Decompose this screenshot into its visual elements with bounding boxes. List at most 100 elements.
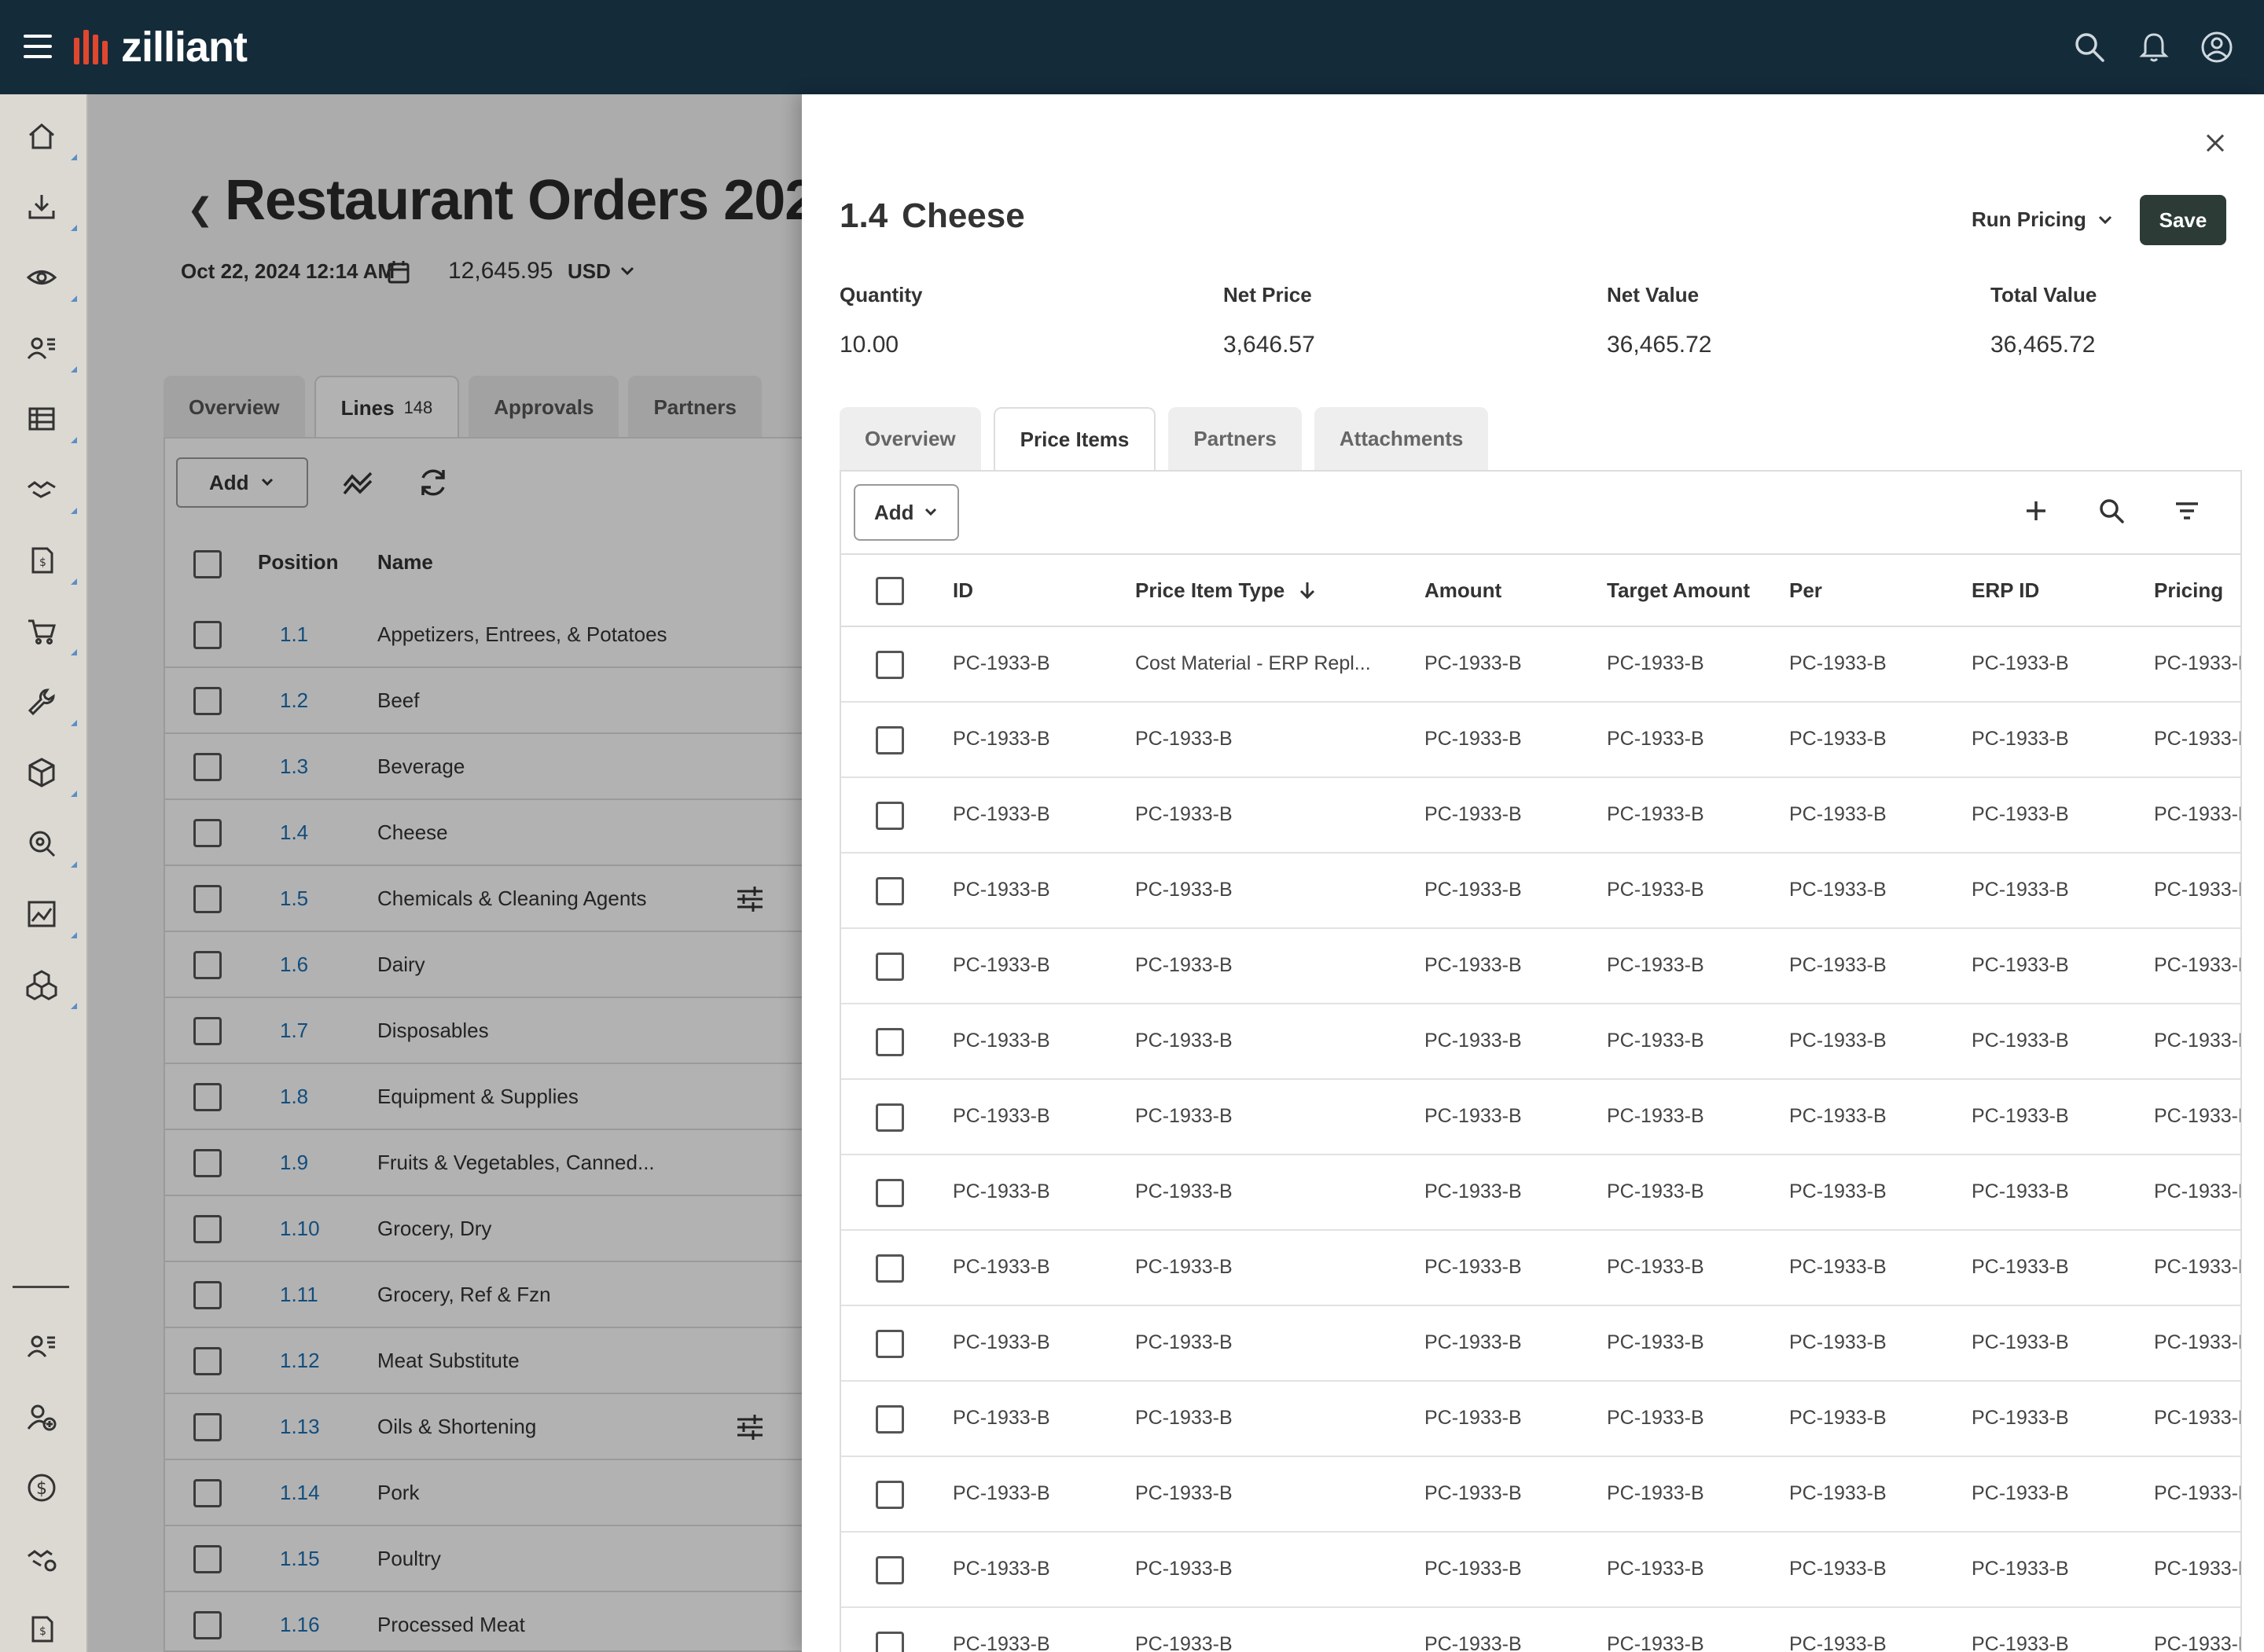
price-item-row[interactable]: PC-1933-B PC-1933-B PC-1933-B PC-1933-B PC-1…: [841, 1155, 2240, 1231]
save-button[interactable]: Save: [2140, 195, 2226, 245]
price-item-type-cell: PC-1933-B: [1135, 1030, 1233, 1052]
user-list-icon[interactable]: [25, 332, 58, 365]
price-item-row[interactable]: PC-1933-B PC-1933-B PC-1933-B PC-1933-B PC-1…: [841, 929, 2240, 1004]
id-cell: PC-1933-B: [953, 1331, 1050, 1353]
price-item-checkbox[interactable]: [876, 1481, 904, 1509]
select-all-price-items-checkbox[interactable]: [876, 577, 904, 605]
eye-icon[interactable]: [25, 261, 58, 294]
price-item-row[interactable]: PC-1933-B PC-1933-B PC-1933-B PC-1933-B PC-1…: [841, 1533, 2240, 1608]
price-item-row[interactable]: PC-1933-B PC-1933-B PC-1933-B PC-1933-B PC-1…: [841, 703, 2242, 778]
settings-search-icon[interactable]: [25, 827, 58, 860]
amount-column-header[interactable]: Amount: [1424, 578, 1501, 603]
price-item-row[interactable]: PC-1933-B PC-1933-B PC-1933-B PC-1933-B PC-1…: [841, 1382, 2240, 1457]
rail-divider: [13, 1286, 69, 1288]
price-item-checkbox[interactable]: [876, 726, 904, 754]
plus-icon[interactable]: [2020, 495, 2052, 527]
user-add-icon[interactable]: [25, 1401, 58, 1434]
id-cell: PC-1933-B: [953, 1558, 1050, 1580]
amount-cell: PC-1933-B: [1424, 728, 1522, 750]
erp-id-cell: PC-1933-B: [1972, 1633, 2069, 1652]
price-item-row[interactable]: PC-1933-B PC-1933-B PC-1933-B PC-1933-B PC-1…: [841, 854, 2240, 929]
line-detail-drawer: 1.4 Cheese Run Pricing Save Quantity 10.0…: [802, 94, 2264, 1652]
pricing-cell: PC-1933-B: [2154, 728, 2242, 750]
erp-id-cell: PC-1933-B: [1972, 1105, 2069, 1127]
price-item-checkbox[interactable]: [876, 1028, 904, 1056]
pricing-cell: PC-1933-B: [2154, 803, 2242, 825]
account-icon[interactable]: [2200, 30, 2234, 64]
pricing-column-header[interactable]: Pricing: [2154, 578, 2223, 603]
price-document-icon[interactable]: $: [25, 1613, 58, 1646]
download-icon[interactable]: [25, 190, 58, 223]
target-amount-cell: PC-1933-B: [1607, 954, 1704, 976]
add-price-item-button[interactable]: Add: [854, 484, 959, 541]
price-item-row[interactable]: PC-1933-B PC-1933-B PC-1933-B PC-1933-B PC-1…: [841, 1306, 2240, 1382]
target-amount-column-header[interactable]: Target Amount: [1607, 578, 1750, 603]
user-list-icon[interactable]: [25, 1330, 58, 1363]
price-item-type-cell: PC-1933-B: [1135, 1558, 1233, 1580]
add-label: Add: [874, 500, 914, 524]
price-item-checkbox[interactable]: [876, 1179, 904, 1207]
price-item-type-column-header[interactable]: Price Item Type: [1135, 578, 1316, 603]
id-cell: PC-1933-B: [953, 1482, 1050, 1504]
sort-descending-icon[interactable]: [1299, 580, 1316, 600]
price-item-row[interactable]: PC-1933-B PC-1933-B PC-1933-B PC-1933-B PC-1…: [841, 1231, 2240, 1306]
chart-image-icon[interactable]: [25, 898, 58, 931]
per-cell: PC-1933-B: [1789, 954, 1887, 976]
price-item-checkbox[interactable]: [876, 953, 904, 981]
price-item-row[interactable]: PC-1933-B PC-1933-B PC-1933-B PC-1933-B PC-1…: [841, 1457, 2240, 1533]
price-item-row[interactable]: PC-1933-B PC-1933-B PC-1933-B PC-1933-B PC-1…: [841, 778, 2242, 854]
home-icon[interactable]: [25, 119, 58, 152]
expand-indicator: [71, 508, 77, 514]
dollar-icon[interactable]: $: [25, 1471, 58, 1504]
erp-id-cell: PC-1933-B: [1972, 1331, 2069, 1353]
price-item-checkbox[interactable]: [876, 1330, 904, 1358]
tab-partners[interactable]: Partners: [1168, 407, 1302, 470]
tab-price-items[interactable]: Price Items: [993, 407, 1156, 472]
price-item-type-cell: PC-1933-B: [1135, 879, 1233, 901]
price-item-checkbox[interactable]: [876, 877, 904, 905]
line-number: 1.4: [840, 196, 888, 235]
price-item-checkbox[interactable]: [876, 1103, 904, 1132]
amount-cell: PC-1933-B: [1424, 1256, 1522, 1278]
price-item-checkbox[interactable]: [876, 651, 904, 679]
zilliant-logo[interactable]: zilliant: [74, 24, 248, 71]
close-icon[interactable]: [2204, 132, 2226, 154]
cart-icon[interactable]: [25, 615, 58, 648]
price-item-checkbox[interactable]: [876, 802, 904, 830]
run-pricing-button[interactable]: Run Pricing: [1972, 207, 2113, 232]
tab-overview[interactable]: Overview: [840, 407, 981, 470]
handshake-icon[interactable]: [25, 473, 58, 506]
hamburger-menu-icon[interactable]: [24, 35, 52, 60]
price-item-checkbox[interactable]: [876, 1405, 904, 1434]
per-cell: PC-1933-B: [1789, 1105, 1887, 1127]
target-amount-cell: PC-1933-B: [1607, 1331, 1704, 1353]
price-item-row[interactable]: PC-1933-B PC-1933-B PC-1933-B PC-1933-B PC-1…: [841, 1080, 2240, 1155]
cubes-icon[interactable]: [25, 968, 58, 1001]
target-amount-cell: PC-1933-B: [1607, 1407, 1704, 1429]
wrench-icon[interactable]: [25, 685, 58, 718]
handshake-gear-icon[interactable]: [25, 1542, 58, 1575]
bell-icon[interactable]: [2137, 30, 2171, 64]
erp-id-cell: PC-1933-B: [1972, 1482, 2069, 1504]
search-icon[interactable]: [2096, 495, 2127, 527]
per-cell: PC-1933-B: [1789, 1482, 1887, 1504]
price-document-icon[interactable]: $: [25, 544, 58, 577]
price-item-checkbox[interactable]: [876, 1254, 904, 1283]
per-column-header[interactable]: Per: [1789, 578, 1822, 603]
price-item-row[interactable]: PC-1933-B PC-1933-B PC-1933-B PC-1933-B PC-1…: [841, 1608, 2240, 1652]
id-column-header[interactable]: ID: [953, 578, 973, 603]
filter-icon[interactable]: [2171, 495, 2203, 527]
price-item-checkbox[interactable]: [876, 1556, 904, 1584]
price-item-checkbox[interactable]: [876, 1632, 904, 1652]
id-cell: PC-1933-B: [953, 803, 1050, 825]
price-item-row[interactable]: PC-1933-B Cost Material - ERP Repl... PC-1…: [841, 627, 2240, 703]
target-amount-cell: PC-1933-B: [1607, 1030, 1704, 1052]
price-item-row[interactable]: PC-1933-B PC-1933-B PC-1933-B PC-1933-B PC-1…: [841, 1004, 2240, 1080]
id-cell: PC-1933-B: [953, 954, 1050, 976]
box-icon[interactable]: [25, 756, 58, 789]
erp-id-column-header[interactable]: ERP ID: [1972, 578, 2039, 603]
search-icon[interactable]: [2072, 30, 2107, 64]
tab-attachments[interactable]: Attachments: [1314, 407, 1489, 470]
table-icon[interactable]: [25, 402, 58, 435]
chevron-down-icon: [924, 508, 936, 516]
